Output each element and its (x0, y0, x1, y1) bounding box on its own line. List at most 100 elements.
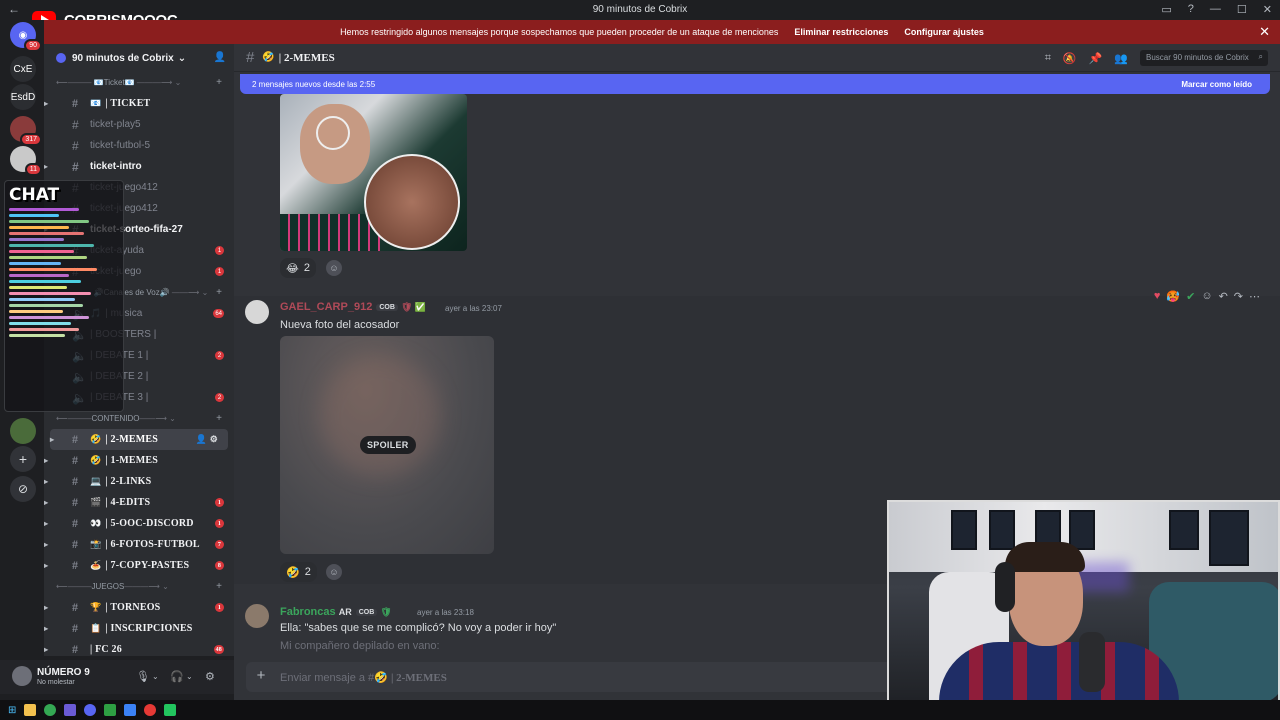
avatar[interactable] (245, 300, 269, 324)
forward-icon[interactable]: ↷ (1234, 290, 1243, 303)
discover-button[interactable]: ⊘ (10, 476, 36, 502)
reaction-pill[interactable]: 😂 2 (280, 258, 316, 278)
mark-as-read-button[interactable]: Marcar como leído (1181, 80, 1252, 89)
server-icon-esdd[interactable]: EsdD (10, 84, 36, 110)
plus-icon[interactable]: + (252, 667, 270, 685)
channel-ticket-intro[interactable]: #ticket-intro (44, 156, 234, 177)
channel-7-copy-pastes[interactable]: #🍝| 7-COPY-PASTES8 (44, 555, 234, 576)
message-text: Mi compañero depilado en vano: (280, 640, 440, 652)
plus-icon[interactable]: + (216, 581, 222, 592)
app-icon[interactable] (164, 704, 177, 716)
channel-2-memes[interactable]: #🤣| 2-MEMES👤 ⚙ (50, 429, 228, 450)
plus-icon[interactable]: + (216, 413, 222, 424)
spoiler-image[interactable]: SPOILER (280, 336, 494, 554)
server-icon[interactable] (10, 418, 36, 444)
server-avatar (56, 53, 66, 63)
inbox-icon[interactable]: ▭ (1161, 3, 1171, 16)
channel-inscripciones[interactable]: #📋| INSCRIPCIONES (44, 618, 234, 639)
configure-settings-link[interactable]: Configurar ajustes (904, 27, 984, 37)
server-header[interactable]: 90 minutos de Cobrix ⌄ 👤 (44, 44, 234, 72)
reply-icon[interactable]: ↶ (1219, 290, 1228, 303)
channel-ticket[interactable]: #📧| TICKET (44, 93, 234, 114)
obs-icon[interactable] (144, 704, 157, 716)
maximize-icon[interactable]: ☐ (1237, 3, 1247, 16)
channel-fc-26[interactable]: #| FC 2648 (44, 639, 234, 656)
hash-icon: # (72, 495, 79, 509)
discord-icon[interactable] (84, 704, 97, 716)
close-icon[interactable]: ✕ (1263, 3, 1272, 16)
channel-2-links[interactable]: #💻| 2-LINKS (44, 471, 234, 492)
more-icon[interactable]: ⋯ (1249, 290, 1260, 303)
mention-badge: 2 (215, 393, 224, 402)
minimize-icon[interactable]: — (1210, 3, 1221, 16)
channel-4-edits[interactable]: #🎬| 4-EDITS1 (44, 492, 234, 513)
server-icon-cxe[interactable]: CxE (10, 56, 36, 82)
mention-badge: 1 (215, 603, 224, 612)
gear-icon[interactable]: ⚙ (210, 434, 218, 444)
category-games[interactable]: ⟵——— JUEGOS ———⟶ ⌄ + (44, 576, 234, 597)
plus-icon[interactable]: + (216, 77, 222, 88)
members-icon[interactable]: 👥 (1114, 52, 1128, 65)
chrome-icon[interactable] (44, 704, 57, 716)
add-server-button[interactable]: + (10, 446, 36, 472)
reaction-pill[interactable]: 🤣 2 (280, 562, 317, 582)
add-member-icon[interactable]: 👤 (196, 434, 207, 444)
check-icon[interactable]: ✔ (1186, 290, 1195, 303)
meme-image-attachment[interactable] (280, 94, 467, 251)
close-icon[interactable]: ✕ (1259, 24, 1270, 40)
chevron-down-icon[interactable]: ⌄ (152, 672, 159, 681)
chevron-down-icon[interactable]: ⌄ (186, 672, 193, 681)
windows-start-icon[interactable]: ⊞ (8, 705, 16, 716)
search-input[interactable]: Buscar 90 minutos de Cobrix ⌕ (1140, 50, 1268, 66)
user-status: No molestar (37, 679, 75, 686)
mention-badge: 64 (213, 309, 224, 318)
app-icon[interactable] (124, 704, 137, 716)
category-ticket[interactable]: ⟵——— 📧 Ticket 📧 ———⟶ ⌄ + (44, 72, 234, 93)
headphones-icon[interactable]: 🎧 (170, 670, 184, 683)
new-messages-bar[interactable]: 2 mensajes nuevos desde las 2:55 Marcar … (240, 74, 1270, 94)
hash-icon: # (72, 138, 79, 153)
avatar[interactable] (12, 666, 32, 686)
app-icon[interactable] (104, 704, 117, 716)
unread-badge: 11 (24, 163, 42, 176)
pin-icon[interactable]: 📌 (1089, 52, 1103, 65)
threads-icon[interactable]: ⌗ (1045, 52, 1051, 65)
unread-badge: 317 (20, 133, 42, 146)
channel-ticket-futbol-5[interactable]: # ticket-futbol-5 (44, 135, 234, 156)
plus-icon[interactable]: + (216, 287, 222, 298)
server-tag: COB (355, 608, 378, 616)
server-icon[interactable]: 11 (10, 146, 42, 176)
folder-icon[interactable] (24, 704, 37, 716)
channel-5-ooc-discord[interactable]: #👀| 5-OOC-DISCORD1 (44, 513, 234, 534)
channel-6-fotos-futbol[interactable]: #📸| 6-FOTOS-FUTBOL7 (44, 534, 234, 555)
channel-header: # 🤣 | 2-MEMES ⌗ 🔕 📌 👥 Buscar 90 minutos … (234, 44, 1280, 72)
avatar[interactable] (245, 604, 269, 628)
mention-badge: 1 (215, 498, 224, 507)
channel-ticket-play5[interactable]: # ticket-play5 (44, 114, 234, 135)
channel-1-memes[interactable]: #🤣| 1-MEMES (44, 450, 234, 471)
chat-line (9, 304, 83, 307)
add-user-icon[interactable]: 👤 (214, 52, 226, 63)
server-icon[interactable]: 317 (10, 116, 42, 146)
message-author[interactable]: Fabroncas AR COB 🛡 (280, 606, 392, 618)
add-reaction-icon[interactable]: ☺ (326, 260, 342, 276)
restriction-banner: Hemos restringido algunos mensajes porqu… (44, 20, 1280, 44)
gear-icon[interactable]: ⚙ (205, 670, 215, 683)
microphone-icon[interactable]: 🎙 (136, 670, 150, 683)
face-icon[interactable]: 🥵 (1166, 290, 1180, 303)
app-icon[interactable] (64, 704, 77, 716)
chat-line (9, 232, 84, 235)
heart-icon[interactable]: ♥ (1154, 290, 1161, 303)
direct-messages-button[interactable]: ◉ 90 (10, 22, 42, 52)
remove-restrictions-link[interactable]: Eliminar restricciones (794, 27, 888, 37)
channel-torneos[interactable]: #🏆| TORNEOS1 (44, 597, 234, 618)
spoiler-label: SPOILER (360, 436, 416, 454)
chat-line (9, 316, 89, 319)
message-author[interactable]: GAEL_CARP_912 COB 🛡 ✅ (280, 301, 426, 313)
add-reaction-icon[interactable]: ☺ (1201, 290, 1212, 303)
rofl-emoji: 🤣 (286, 566, 300, 579)
title-bar: ← 90 minutos de Cobrix ▭ ? — ☐ ✕ (0, 0, 1280, 20)
help-icon[interactable]: ? (1188, 3, 1194, 16)
mute-bell-icon[interactable]: 🔕 (1063, 52, 1077, 65)
add-reaction-icon[interactable]: ☺ (326, 564, 342, 580)
